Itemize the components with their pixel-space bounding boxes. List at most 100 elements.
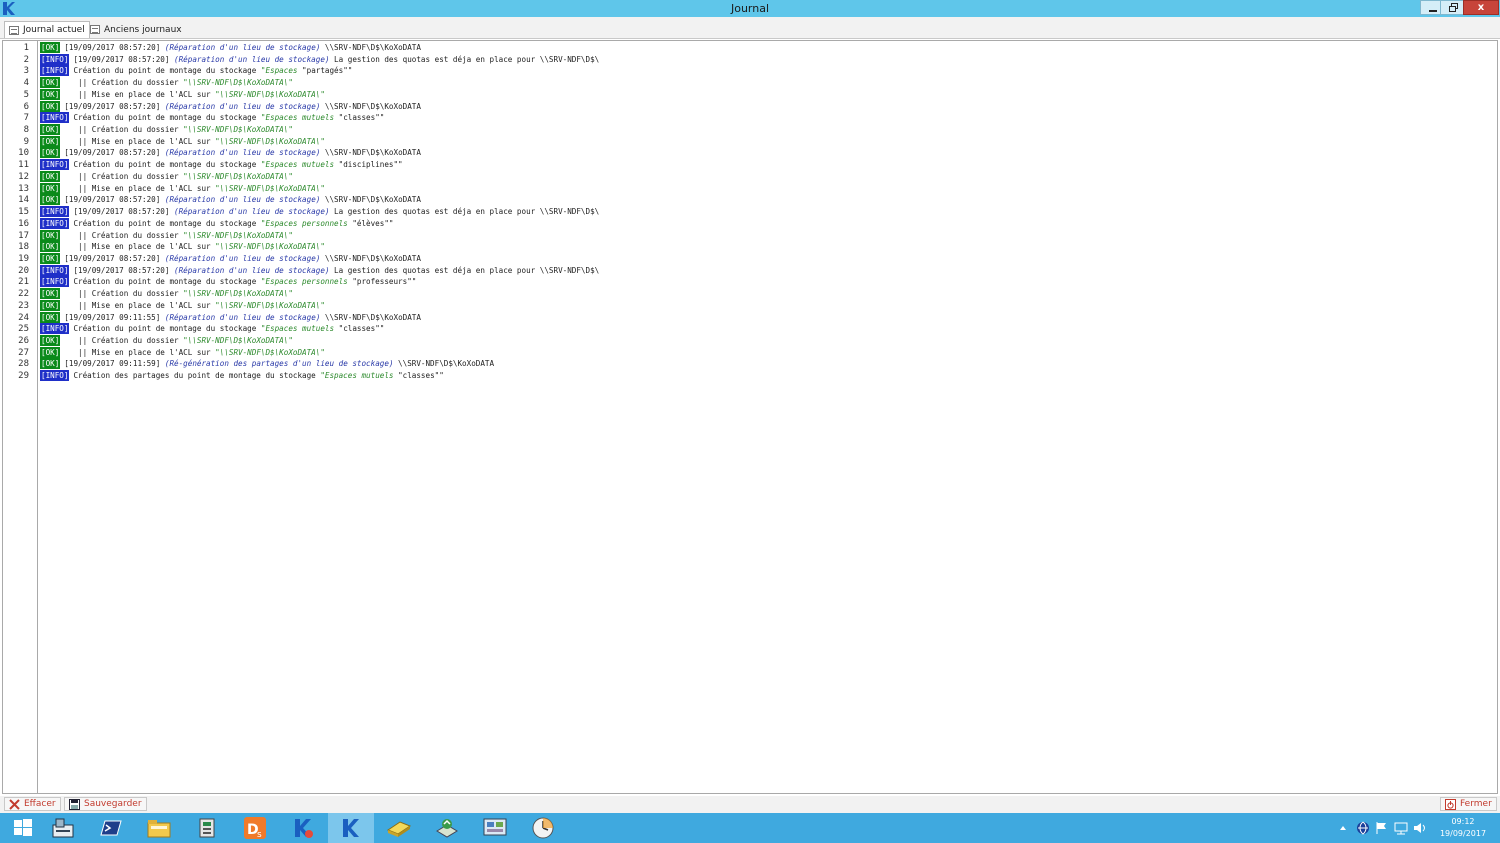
log-context: (Réparation d'un lieu de stockage) [164,195,321,205]
log-message: \\SRV-NDF\D$\KoXoDATA [320,253,421,263]
line-number: 5 [23,89,29,100]
tab-label: Journal actuel [23,25,85,35]
log-message: Création du point de montage du stockage [73,160,261,170]
log-line: [INFO] Création des partages du point de … [40,370,444,382]
taskbar-archive-tool[interactable] [184,813,230,843]
info-badge: [INFO] [40,159,70,171]
log-line: [OK] || Mise en place de l'ACL sur "\\SR… [40,299,325,312]
tab-anciens-journaux[interactable]: Anciens journaux [85,21,187,38]
notepad-icon [386,821,412,837]
line-number: 19 [18,253,29,264]
clock-app-icon [532,817,554,839]
window-title: Journal [730,2,770,15]
log-line: [INFO] Création du point de montage du st… [40,217,393,230]
log-message: || Mise en place de l'ACL sur [64,136,216,146]
log-message: La gestion des quotas est déja en place … [329,207,600,217]
taskbar-koxo-app[interactable] [328,813,374,843]
taskbar-koxo-tool[interactable] [280,813,326,843]
ok-badge: [OK] [40,252,61,264]
line-number: 12 [18,171,29,182]
log-context: (Réparation d'un lieu de stockage) [164,101,321,111]
log-line: [INFO] [19/09/2017 08:57:20] (Réparation … [40,53,600,66]
log-message: Création du point de montage du stockage [73,218,261,228]
clear-button[interactable]: Effacer [4,797,61,811]
line-number: 10 [18,148,29,159]
log-line: [OK] || Création du dossier "\\SRV-NDF\D… [40,77,293,89]
tab-bar: Journal actuel Anciens journaux [0,17,1500,39]
line-number: 18 [18,242,29,253]
log-quoted: "\\SRV-NDF\D$\KoXoDATA\" [215,347,325,357]
log-quoted: "\\SRV-NDF\D$\KoXoDATA\" [183,125,293,135]
log-message: || Mise en place de l'ACL sur [64,89,216,99]
flag-icon[interactable] [1375,821,1389,835]
svg-text:s: s [257,830,262,840]
log-quoted: "\\SRV-NDF\D$\KoXoDATA\" [215,242,325,252]
taskbar-server-manager[interactable] [40,813,86,843]
clock-time: 09:12 [1451,817,1475,826]
tab-label: Anciens journaux [104,24,182,35]
line-number: 9 [23,136,29,147]
taskbar-network-tool[interactable] [424,813,470,843]
log-line: [INFO] Création du point de montage du st… [40,159,403,171]
clear-x-icon [9,798,20,810]
log-line: [OK] || Création du dossier "\\SRV-NDF\D… [40,288,293,300]
show-hidden-icons-icon[interactable] [1338,823,1348,833]
log-line: [OK] [19/09/2017 09:11:55] (Réparation d'… [40,311,421,324]
log-message: || Mise en place de l'ACL sur [64,300,216,310]
log-message: || Mise en place de l'ACL sur [64,347,216,357]
log-line: [OK] || Mise en place de l'ACL sur "\\SR… [40,241,325,253]
log-quoted: "Espaces personnels [260,277,353,287]
log-quoted: "\\SRV-NDF\D$\KoXoDATA\" [183,336,293,345]
system-tray [1338,813,1427,843]
log-quoted-tail: "disciplines"" [338,160,403,170]
log-line: [INFO] Création du point de montage du st… [40,112,384,124]
log-line: [INFO] Création du point de montage du st… [40,65,352,77]
speaker-icon[interactable] [1413,821,1427,835]
log-line: [INFO] Création du point de montage du st… [40,323,384,335]
save-button[interactable]: Sauvegarder [64,797,147,811]
close-window-button[interactable]: x [1463,0,1499,15]
ok-badge: [OK] [40,229,61,241]
info-badge: [INFO] [40,206,70,218]
taskbar-notepad[interactable] [376,813,422,843]
ok-badge: [OK] [40,124,61,136]
log-message: \\SRV-NDF\D$\KoXoDATA [393,359,495,369]
log-context: (Réparation d'un lieu de stockage) [174,265,330,275]
log-message: || Création du dossier [64,125,184,135]
tab-journal-actuel[interactable]: Journal actuel [4,21,90,38]
restore-icon [1448,3,1458,12]
close-button[interactable]: Fermer [1440,797,1497,811]
taskbar-ds-app[interactable]: Ds [232,813,278,843]
log-line: [OK] || Création du dossier "\\SRV-NDF\D… [40,124,293,136]
ok-badge: [OK] [40,335,61,346]
taskbar-clock-app[interactable] [520,813,566,843]
line-number: 11 [18,160,29,171]
network-globe-icon[interactable] [1356,821,1370,835]
taskbar-powershell[interactable] [88,813,134,843]
taskbar-clock[interactable]: 09:12 19/09/2017 [1432,816,1494,840]
log-quoted: "\\SRV-NDF\D$\KoXoDATA\" [215,136,325,146]
info-badge: [INFO] [40,323,70,335]
log-timestamp: [19/09/2017 08:57:20] [73,54,175,64]
log-line: [INFO] [19/09/2017 08:57:20] (Réparation … [40,264,599,277]
line-number: 8 [23,125,29,136]
log-message: La gestion des quotas est déja en place … [329,54,600,64]
info-badge: [INFO] [40,53,70,65]
taskbar-control-panel[interactable] [472,813,518,843]
log-line: [OK] || Mise en place de l'ACL sur "\\SR… [40,135,325,148]
log-message: \\SRV-NDF\D$\KoXoDATA [320,43,421,52]
log-message: Création des partages du point de montag… [73,371,321,381]
log-quoted-tail: "classes"" [338,113,385,123]
log-message: Création du point de montage du stockage [73,113,261,123]
log-viewer[interactable]: 1 2 3 4 5 6 7 8 9 10 11 12 13 14 15 16 17 18 19 20 21 22 23 24 2… [2,40,1498,794]
server-manager-icon [52,818,74,838]
log-line: [INFO] Création du point de montage du st… [40,276,416,288]
network-icon[interactable] [1394,821,1408,835]
taskbar-explorer[interactable] [136,813,182,843]
log-message: Création du point de montage du stockage [73,66,261,76]
ok-badge: [OK] [40,88,61,100]
log-quoted: "Espaces mutuels [260,324,339,334]
ok-badge: [OK] [40,299,61,311]
log-line: [OK] [19/09/2017 08:57:20] (Réparation d'… [40,194,421,206]
info-badge: [INFO] [40,264,70,276]
